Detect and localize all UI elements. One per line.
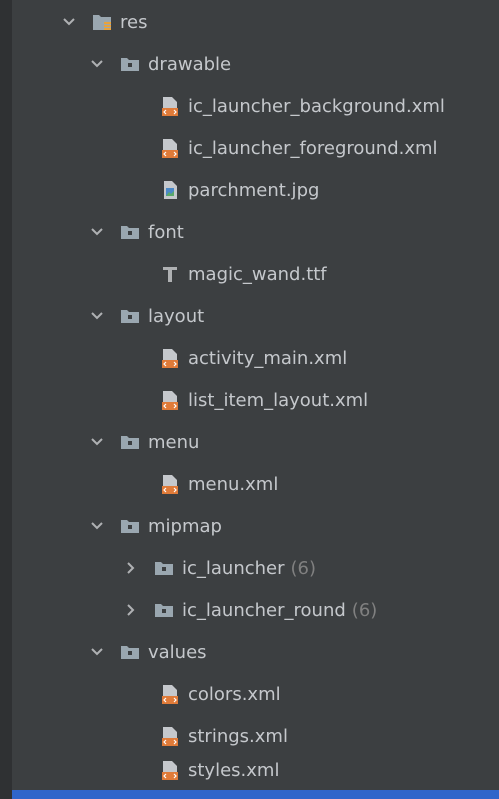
tree-node-file[interactable]: menu.xml: [160, 464, 499, 504]
chevron-right-icon[interactable]: [122, 559, 140, 577]
tree-node-file[interactable]: magic_wand.ttf: [160, 254, 499, 294]
chevron-down-icon[interactable]: [88, 307, 106, 325]
xml-file-icon: [160, 474, 180, 494]
tree-node-label: drawable: [148, 53, 232, 75]
tree-node-file[interactable]: parchment.jpg: [160, 170, 499, 210]
tree-node-label: values: [148, 641, 207, 663]
tree-node-label: magic_wand.ttf: [188, 263, 327, 285]
tree-node-label: res: [120, 11, 148, 33]
item-count: (6): [290, 557, 317, 579]
tree-node-file[interactable]: list_item_layout.xml: [160, 380, 499, 420]
tree-node-label: ic_launcher_foreground.xml: [188, 137, 438, 159]
font-file-icon: [160, 264, 180, 284]
tree-node-values[interactable]: values: [88, 632, 499, 672]
xml-file-icon: [160, 138, 180, 158]
tree-node-label: activity_main.xml: [188, 347, 348, 369]
tree-node-ic-launcher-round[interactable]: ic_launcher_round (6): [122, 590, 499, 630]
folder-icon: [120, 54, 140, 74]
selection-highlight-bar: [12, 790, 499, 799]
image-file-icon: [160, 180, 180, 200]
chevron-down-icon[interactable]: [60, 13, 78, 31]
chevron-down-icon[interactable]: [88, 517, 106, 535]
chevron-down-icon[interactable]: [88, 433, 106, 451]
tree-node-label: ic_launcher_round: [182, 599, 346, 621]
tree-node-drawable[interactable]: drawable: [88, 44, 499, 84]
tree-node-res[interactable]: res: [60, 2, 499, 42]
folder-icon: [120, 306, 140, 326]
tree-node-menu[interactable]: menu: [88, 422, 499, 462]
tree-node-label: parchment.jpg: [188, 179, 320, 201]
folder-icon: [120, 642, 140, 662]
folder-icon: [120, 516, 140, 536]
tree-node-label: layout: [148, 305, 205, 327]
tree-node-mipmap[interactable]: mipmap: [88, 506, 499, 546]
tree-node-layout[interactable]: layout: [88, 296, 499, 336]
tree-node-file[interactable]: colors.xml: [160, 674, 499, 714]
tree-node-label: strings.xml: [188, 725, 288, 747]
folder-icon: [154, 558, 174, 578]
tree-node-file[interactable]: styles.xml: [160, 750, 499, 790]
tree-node-label: list_item_layout.xml: [188, 389, 369, 411]
tree-node-label: styles.xml: [188, 759, 280, 781]
tree-node-label: font: [148, 221, 184, 243]
tree-node-font[interactable]: font: [88, 212, 499, 252]
tree-node-label: ic_launcher: [182, 557, 285, 579]
xml-file-icon: [160, 96, 180, 116]
tree-node-file[interactable]: ic_launcher_foreground.xml: [160, 128, 499, 168]
tree-node-ic-launcher[interactable]: ic_launcher (6): [122, 548, 499, 588]
project-tree[interactable]: res drawable ic_launcher_background.xml …: [12, 0, 499, 790]
folder-icon: [154, 600, 174, 620]
xml-file-icon: [160, 348, 180, 368]
xml-file-icon: [160, 684, 180, 704]
folder-icon: [120, 432, 140, 452]
xml-file-icon: [160, 726, 180, 746]
tree-node-file[interactable]: ic_launcher_background.xml: [160, 86, 499, 126]
tree-node-label: colors.xml: [188, 683, 281, 705]
resource-folder-icon: [92, 12, 112, 32]
tree-node-label: menu: [148, 431, 200, 453]
gutter: [0, 0, 12, 799]
tree-node-file[interactable]: activity_main.xml: [160, 338, 499, 378]
chevron-down-icon[interactable]: [88, 55, 106, 73]
chevron-down-icon[interactable]: [88, 643, 106, 661]
chevron-right-icon[interactable]: [122, 601, 140, 619]
tree-node-label: menu.xml: [188, 473, 279, 495]
xml-file-icon: [160, 760, 180, 780]
folder-icon: [120, 222, 140, 242]
chevron-down-icon[interactable]: [88, 223, 106, 241]
item-count: (6): [351, 599, 378, 621]
tree-node-label: ic_launcher_background.xml: [188, 95, 445, 117]
xml-file-icon: [160, 390, 180, 410]
tree-node-label: mipmap: [148, 515, 222, 537]
